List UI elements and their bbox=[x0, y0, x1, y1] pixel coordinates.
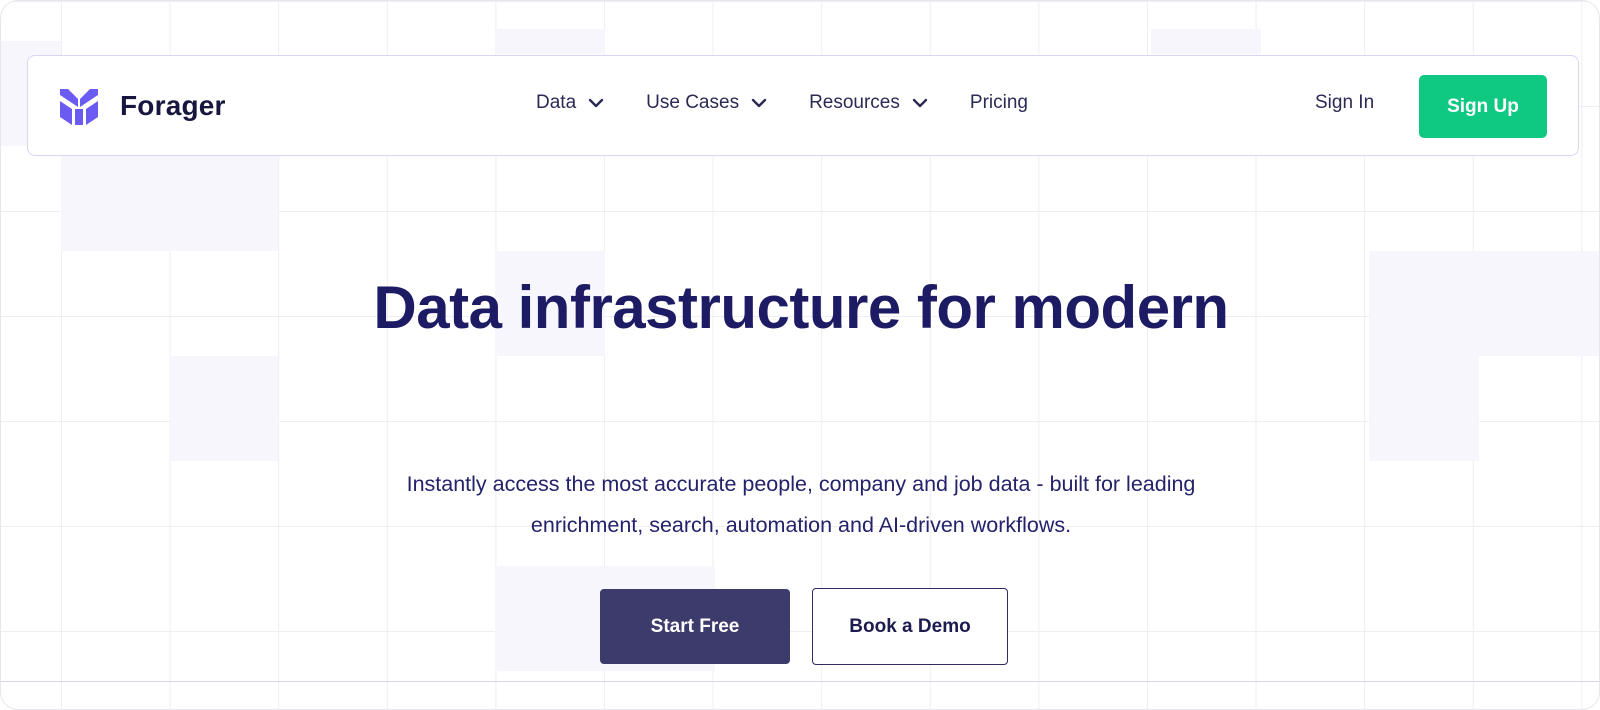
forager-logo-icon[interactable] bbox=[58, 87, 100, 127]
nav-item-label: Pricing bbox=[969, 92, 1028, 113]
page-frame: Forager Data Use Cases Resources Pricing… bbox=[0, 0, 1600, 710]
chevron-down-icon bbox=[751, 98, 767, 108]
section-divider bbox=[1, 681, 1599, 682]
nav-item-label: Resources bbox=[809, 92, 900, 113]
grid-tint-cell bbox=[61, 146, 278, 251]
chevron-down-icon bbox=[912, 98, 928, 108]
grid-tint-cell bbox=[1151, 29, 1261, 54]
book-demo-button[interactable]: Book a Demo bbox=[812, 588, 1008, 665]
chevron-down-icon bbox=[588, 98, 604, 108]
nav-item-pricing[interactable]: Pricing bbox=[970, 92, 1028, 114]
grid-tint-cell bbox=[1369, 356, 1479, 461]
hero-subtext: Instantly access the most accurate peopl… bbox=[406, 472, 1196, 537]
nav-item-data[interactable]: Data bbox=[536, 92, 604, 114]
sign-in-link[interactable]: Sign In bbox=[1315, 92, 1374, 114]
nav-item-label: Use Cases bbox=[646, 92, 740, 113]
brand-name[interactable]: Forager bbox=[120, 90, 226, 122]
hero-headline: Data infrastructure for modern bbox=[373, 274, 1229, 341]
nav-item-use-cases[interactable]: Use Cases bbox=[646, 92, 767, 114]
top-navbar: Forager Data Use Cases Resources Pricing… bbox=[27, 55, 1579, 156]
nav-item-resources[interactable]: Resources bbox=[809, 92, 928, 114]
main-nav: Data Use Cases Resources Pricing bbox=[536, 92, 1070, 114]
start-free-button[interactable]: Start Free bbox=[600, 589, 790, 664]
grid-tint-cell bbox=[170, 356, 278, 461]
grid-tint-cell bbox=[495, 29, 605, 54]
nav-item-label: Data bbox=[536, 92, 577, 113]
sign-up-button[interactable]: Sign Up bbox=[1419, 75, 1547, 138]
